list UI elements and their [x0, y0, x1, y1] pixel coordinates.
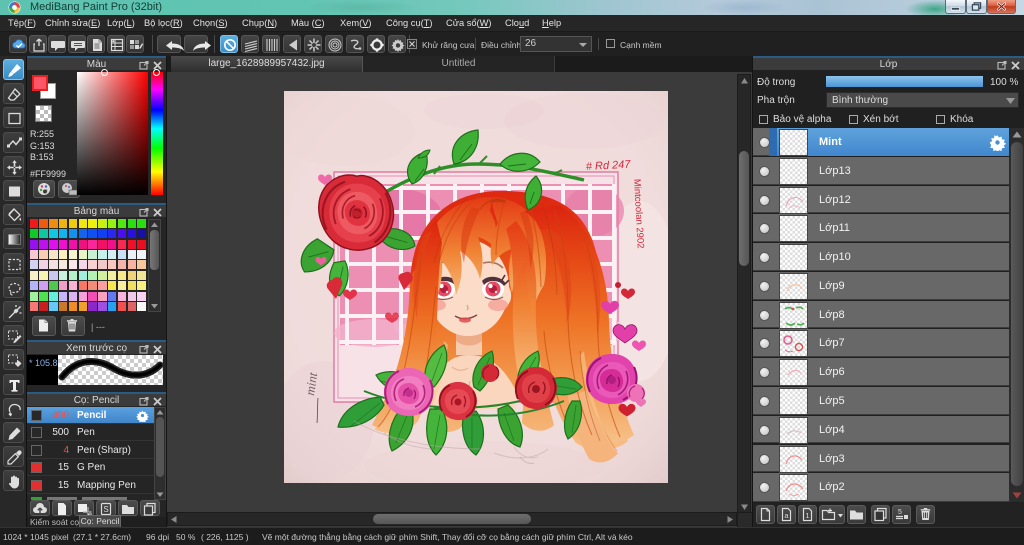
- svg-text:5: 5: [898, 509, 902, 516]
- svg-text:S: S: [103, 505, 108, 514]
- svg-text:# Rd 247: # Rd 247: [586, 159, 632, 173]
- svg-text:1: 1: [805, 511, 809, 520]
- svg-text:a: a: [784, 511, 789, 520]
